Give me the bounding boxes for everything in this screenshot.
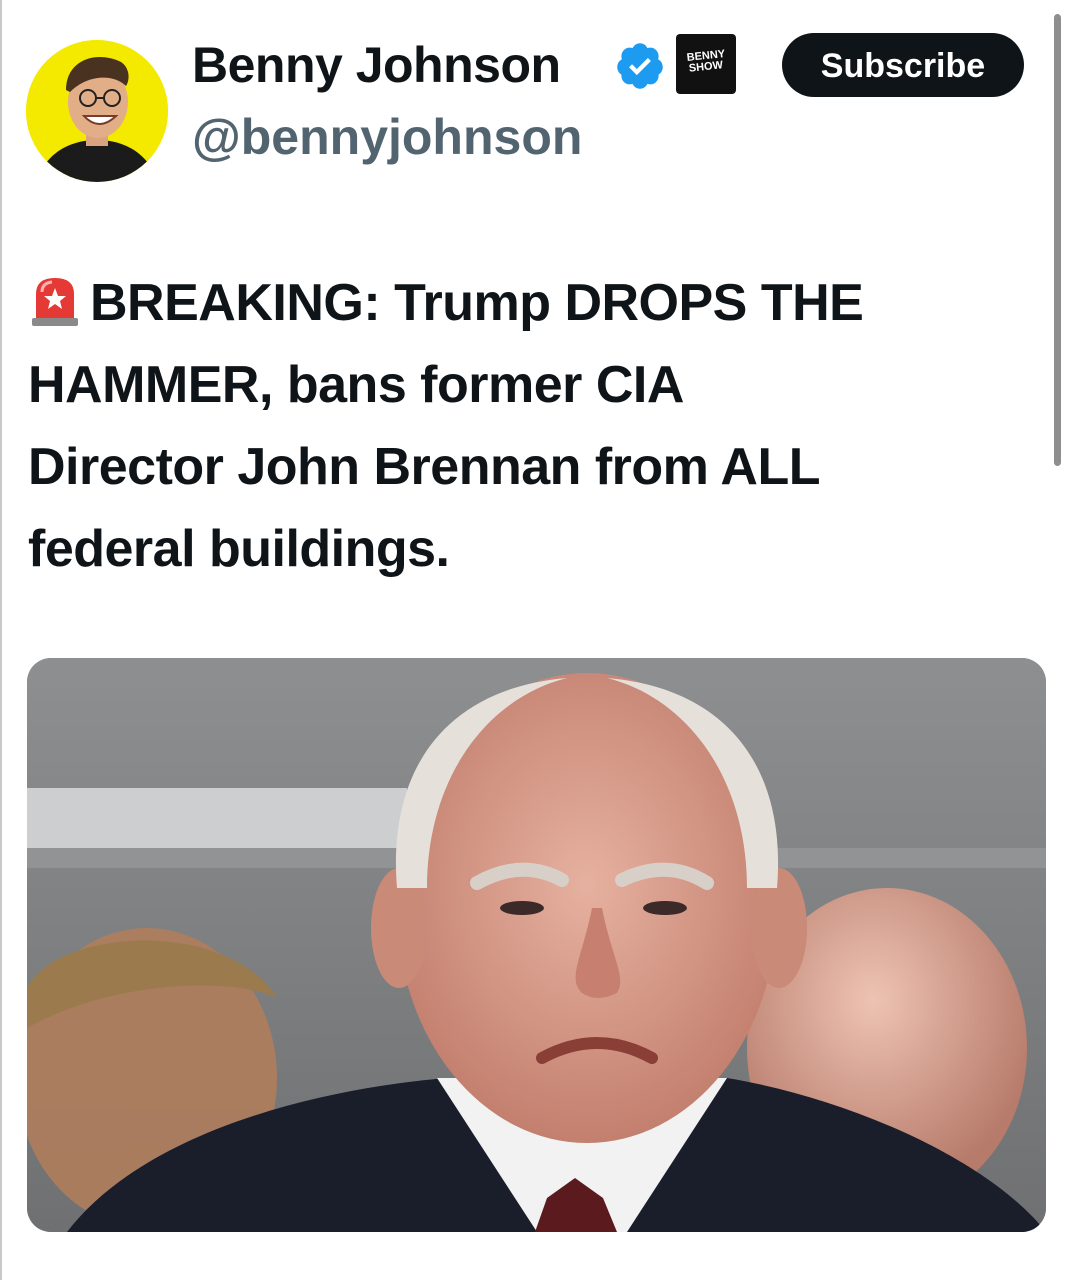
post-line-3: Director John Brennan from ALL: [28, 438, 821, 496]
photo-man-frowning: [27, 658, 1046, 1232]
post-text: BREAKING: Trump DROPS THE HAMMER, bans f…: [28, 262, 1038, 590]
scrollbar[interactable]: [1054, 14, 1061, 466]
post-line-1-text: BREAKING: Trump DROPS THE: [90, 274, 864, 332]
user-handle[interactable]: @bennyjohnson: [192, 108, 582, 166]
tweet-screen: Benny Johnson BENNY SHOW @bennyjohnson S…: [0, 0, 1069, 1280]
subscribe-button[interactable]: Subscribe: [782, 33, 1024, 97]
verified-badge-icon: [617, 43, 663, 89]
benny-show-badge: BENNY SHOW: [676, 34, 736, 94]
avatar[interactable]: [26, 40, 168, 182]
post-line-4: federal buildings.: [28, 520, 450, 578]
display-name[interactable]: Benny Johnson: [192, 36, 561, 94]
post-line-1: BREAKING: Trump DROPS THE: [28, 262, 1038, 344]
avatar-portrait-icon: [26, 40, 168, 182]
police-siren-icon: [32, 278, 78, 326]
post-image[interactable]: [27, 658, 1046, 1232]
post-line-2: HAMMER, bans former CIA: [28, 356, 684, 414]
